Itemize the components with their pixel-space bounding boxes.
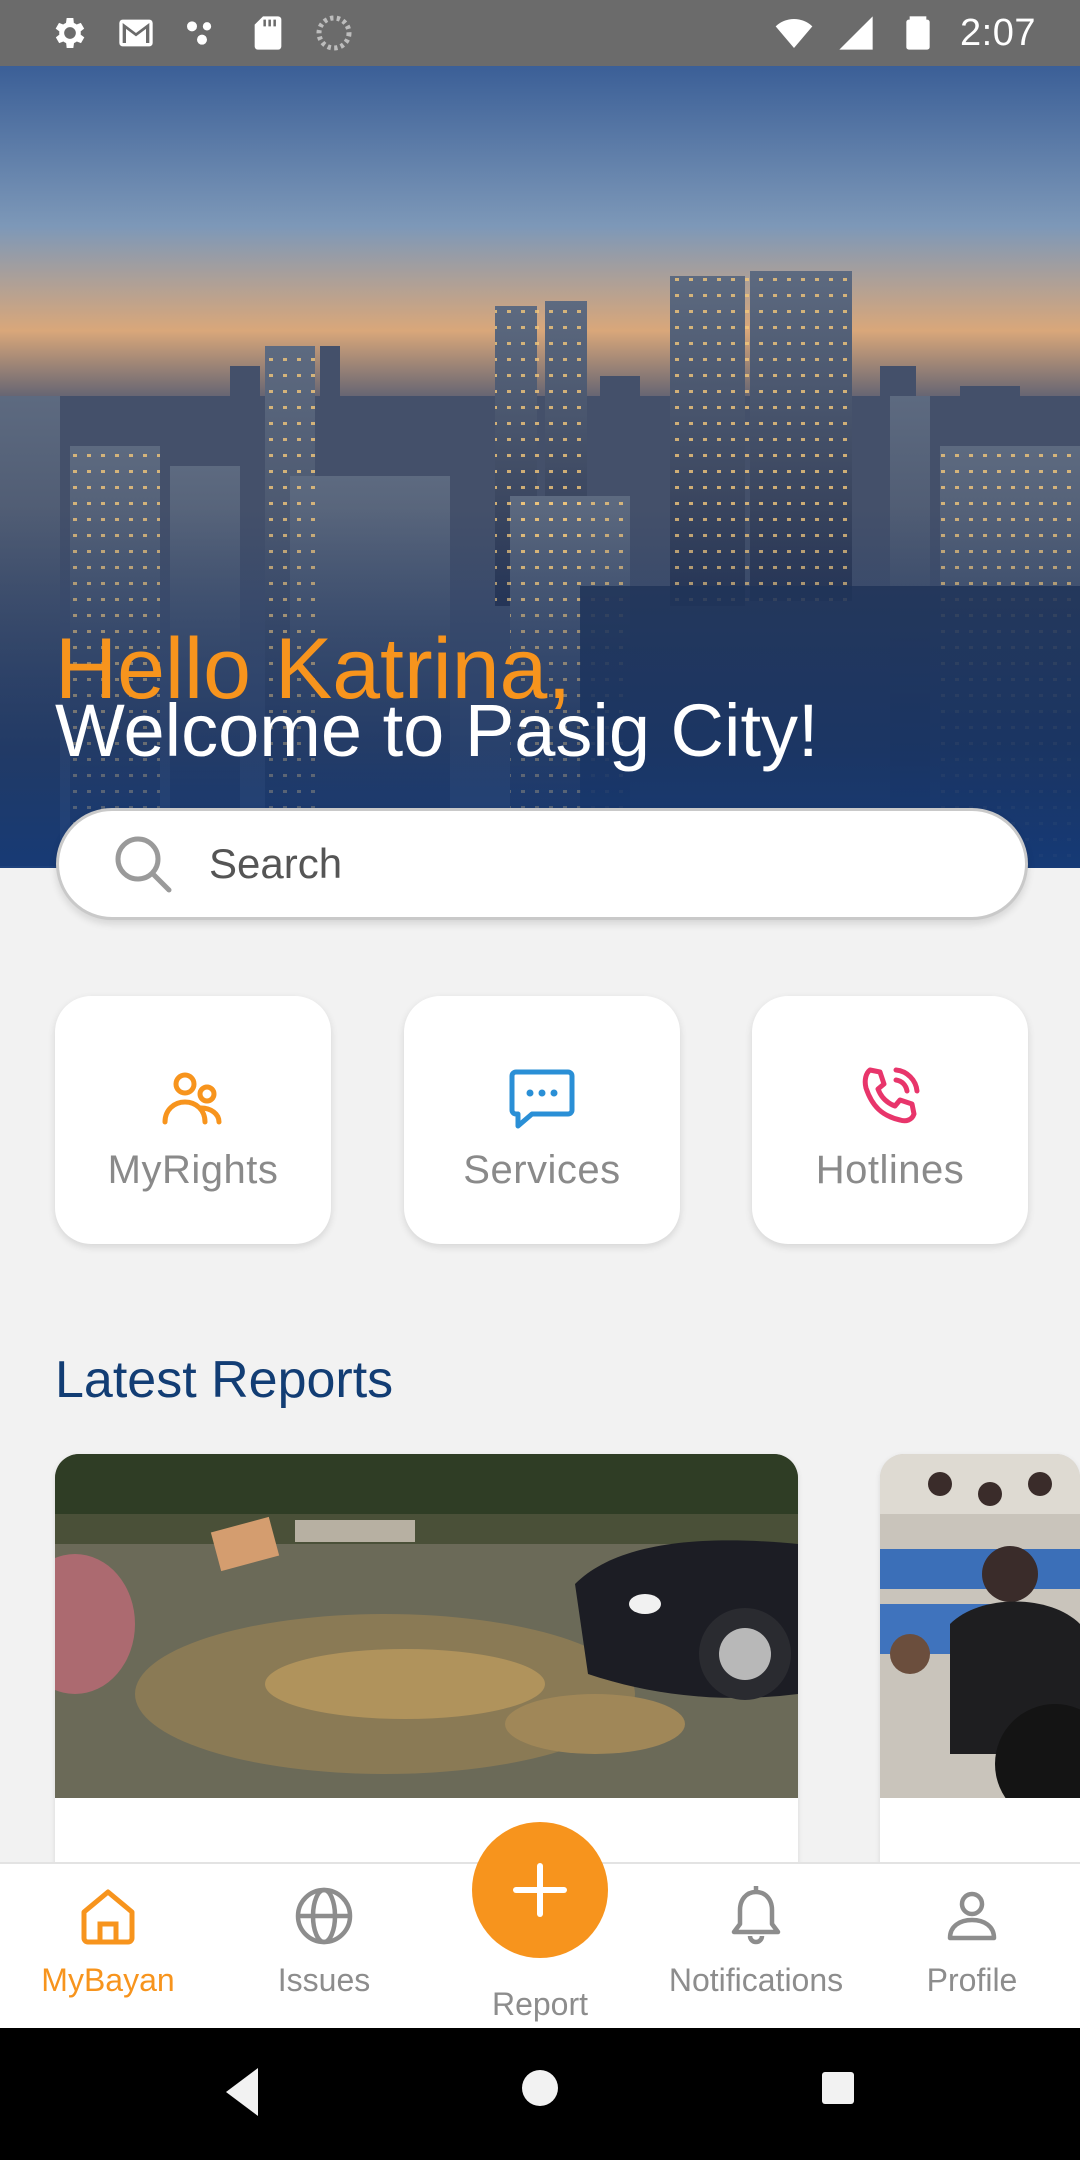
nav-notifications[interactable]: Notifications <box>648 1864 864 2030</box>
loading-icon <box>316 15 352 51</box>
signal-icon <box>839 16 873 50</box>
search-input[interactable] <box>209 840 969 888</box>
pothole-flood-image <box>55 1454 798 1798</box>
bell-icon <box>731 1886 781 1945</box>
dots-icon <box>187 21 212 45</box>
myrights-label: MyRights <box>107 1147 279 1192</box>
settings-icon <box>55 18 85 48</box>
hotlines-label: Hotlines <box>815 1147 965 1192</box>
car-shape <box>575 1540 798 1700</box>
wifi-icon <box>775 19 813 48</box>
report-fab-button[interactable] <box>472 1822 608 1958</box>
status-bar: 2:07 <box>0 0 1080 66</box>
latest-reports-title: Latest Reports <box>55 1351 394 1409</box>
home-icon <box>81 1889 135 1945</box>
nav-report-label: Report <box>491 1986 589 2022</box>
phone-call-icon <box>862 1067 920 1123</box>
chat-icon <box>509 1069 575 1128</box>
nav-issues-label: Issues <box>277 1962 371 1998</box>
services-label: Services <box>463 1147 621 1192</box>
search-icon <box>115 836 172 893</box>
back-icon[interactable] <box>222 2064 262 2120</box>
system-nav-bar <box>0 2028 1080 2160</box>
services-tile[interactable]: Services <box>404 996 680 1244</box>
home-circle-icon[interactable] <box>520 2068 560 2108</box>
hotlines-tile[interactable]: Hotlines <box>752 996 1028 1244</box>
welcome-text: Welcome to Pasig City! <box>55 689 819 772</box>
hero-banner: Hello Katrina, Welcome to Pasig City! <box>0 66 1080 868</box>
nav-notifications-label: Notifications <box>668 1962 844 1998</box>
plus-icon <box>513 1863 567 1917</box>
nav-profile[interactable]: Profile <box>864 1864 1080 2030</box>
person-icon <box>947 1891 997 1941</box>
nav-mybayan-label: MyBayan <box>41 1962 175 1998</box>
nav-profile-label: Profile <box>926 1962 1018 1998</box>
people-icon <box>162 1072 222 1124</box>
report-card[interactable] <box>55 1454 798 1874</box>
globe-icon <box>295 1887 353 1945</box>
myrights-tile[interactable]: MyRights <box>55 996 331 1244</box>
waiting-area-image <box>880 1454 1080 1798</box>
search-bar[interactable] <box>56 808 1028 920</box>
nav-issues[interactable]: Issues <box>216 1864 432 2030</box>
status-time: 2:07 <box>960 11 1036 54</box>
battery-icon <box>906 16 930 50</box>
nav-mybayan[interactable]: MyBayan <box>0 1864 216 2030</box>
recents-icon[interactable] <box>820 2070 856 2106</box>
report-card[interactable] <box>880 1454 1080 1874</box>
sd-card-icon <box>254 16 282 50</box>
gmail-icon <box>119 19 153 47</box>
